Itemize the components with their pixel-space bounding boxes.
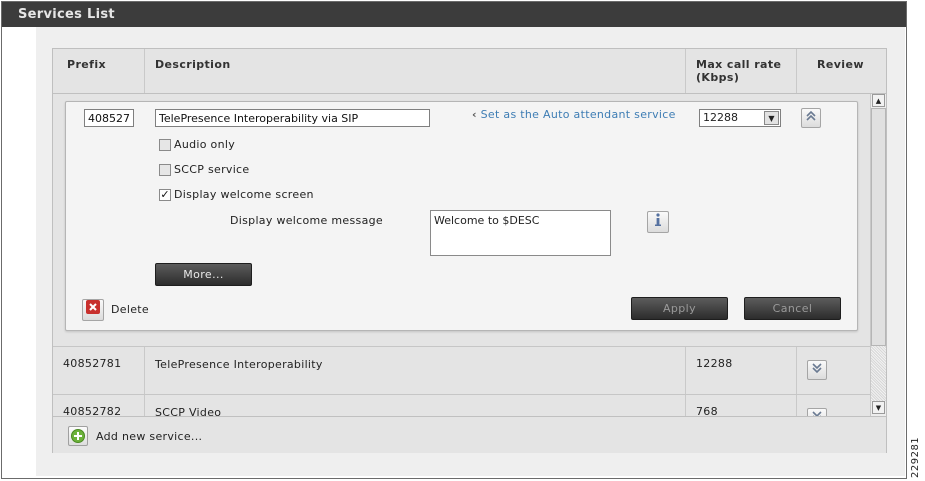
left-chevron-icon: ‹ xyxy=(472,108,477,121)
max-call-rate-value: 12288 xyxy=(703,111,738,124)
services-list-scroll-area: ‹ Set as the Auto attendant service 1228… xyxy=(53,94,886,416)
header-divider xyxy=(685,49,686,93)
row-prefix: 40852781 xyxy=(63,357,122,370)
row-prefix: 40852782 xyxy=(63,405,122,416)
info-icon[interactable] xyxy=(647,211,669,233)
max-call-rate-line2: (Kbps) xyxy=(696,71,740,84)
figure-code: 229281 xyxy=(910,436,921,478)
more-button[interactable]: More... xyxy=(155,263,252,286)
description-input[interactable] xyxy=(155,109,430,127)
table-row[interactable]: 40852782 SCCP Video 768 xyxy=(53,394,886,416)
cell-divider xyxy=(144,347,145,394)
auto-attendant-link-label: Set as the Auto attendant service xyxy=(480,108,676,121)
scroll-up-arrow-icon[interactable]: ▲ xyxy=(872,94,885,107)
vertical-scrollbar[interactable]: ▲ ▼ xyxy=(870,94,886,416)
cell-divider xyxy=(144,395,145,416)
column-header-max-call-rate: Max call rate (Kbps) xyxy=(696,49,781,93)
cell-divider xyxy=(796,347,797,394)
header-divider xyxy=(796,49,797,93)
chevrons-down-glyph xyxy=(812,411,822,416)
add-glyph xyxy=(71,429,85,443)
welcome-message-textarea[interactable]: Welcome to $DESC xyxy=(430,210,611,256)
sccp-service-checkbox[interactable] xyxy=(159,164,171,176)
max-call-rate-select[interactable]: 12288 ▼ xyxy=(699,109,781,127)
delete-x-icon[interactable] xyxy=(82,299,104,321)
row-description: SCCP Video xyxy=(155,406,222,416)
welcome-screen-checkbox[interactable]: ✓ xyxy=(159,189,171,201)
table-footer: Add new service... xyxy=(53,416,886,453)
chevrons-down-glyph xyxy=(812,363,822,374)
cell-divider xyxy=(796,395,797,416)
delete-label[interactable]: Delete xyxy=(111,303,149,316)
table-row[interactable]: 40852781 TelePresence Interoperability 1… xyxy=(53,346,886,394)
row-rate: 768 xyxy=(696,405,718,416)
scrollbar-thumb[interactable] xyxy=(871,108,886,346)
info-glyph xyxy=(655,213,661,226)
chevrons-up-glyph xyxy=(806,110,816,121)
column-header-review: Review xyxy=(817,58,864,71)
column-header-prefix: Prefix xyxy=(67,58,106,71)
audio-only-label: Audio only xyxy=(174,138,236,151)
row-description: TelePresence Interoperability xyxy=(155,358,323,371)
header-divider xyxy=(144,49,145,93)
service-editor-card: ‹ Set as the Auto attendant service 1228… xyxy=(65,101,858,331)
collapse-chevrons-up-icon[interactable] xyxy=(801,108,821,128)
column-header-description: Description xyxy=(155,58,231,71)
prefix-input[interactable] xyxy=(84,109,134,127)
sccp-service-label: SCCP service xyxy=(174,163,250,176)
services-table: Prefix Description Max call rate (Kbps) … xyxy=(52,48,887,453)
expand-chevrons-down-icon[interactable] xyxy=(807,408,827,416)
apply-button[interactable]: Apply xyxy=(631,297,728,320)
welcome-screen-label: Display welcome screen xyxy=(174,188,314,201)
cell-divider xyxy=(685,347,686,394)
add-new-service-link[interactable]: Add new service... xyxy=(96,430,202,443)
expand-chevrons-down-icon[interactable] xyxy=(807,360,827,380)
cancel-button[interactable]: Cancel xyxy=(744,297,841,320)
scrollbar-track[interactable] xyxy=(871,346,886,401)
delete-glyph xyxy=(86,300,100,314)
max-call-rate-line1: Max call rate xyxy=(696,58,782,71)
dropdown-arrow-icon[interactable]: ▼ xyxy=(764,111,779,125)
scroll-down-arrow-icon[interactable]: ▼ xyxy=(872,401,885,414)
welcome-message-label: Display welcome message xyxy=(230,214,383,227)
window-title: Services List xyxy=(2,2,906,27)
audio-only-checkbox[interactable] xyxy=(159,139,171,151)
cell-divider xyxy=(685,395,686,416)
row-rate: 12288 xyxy=(696,357,733,370)
auto-attendant-link[interactable]: ‹ Set as the Auto attendant service xyxy=(472,108,676,121)
add-plus-icon[interactable] xyxy=(68,426,88,446)
